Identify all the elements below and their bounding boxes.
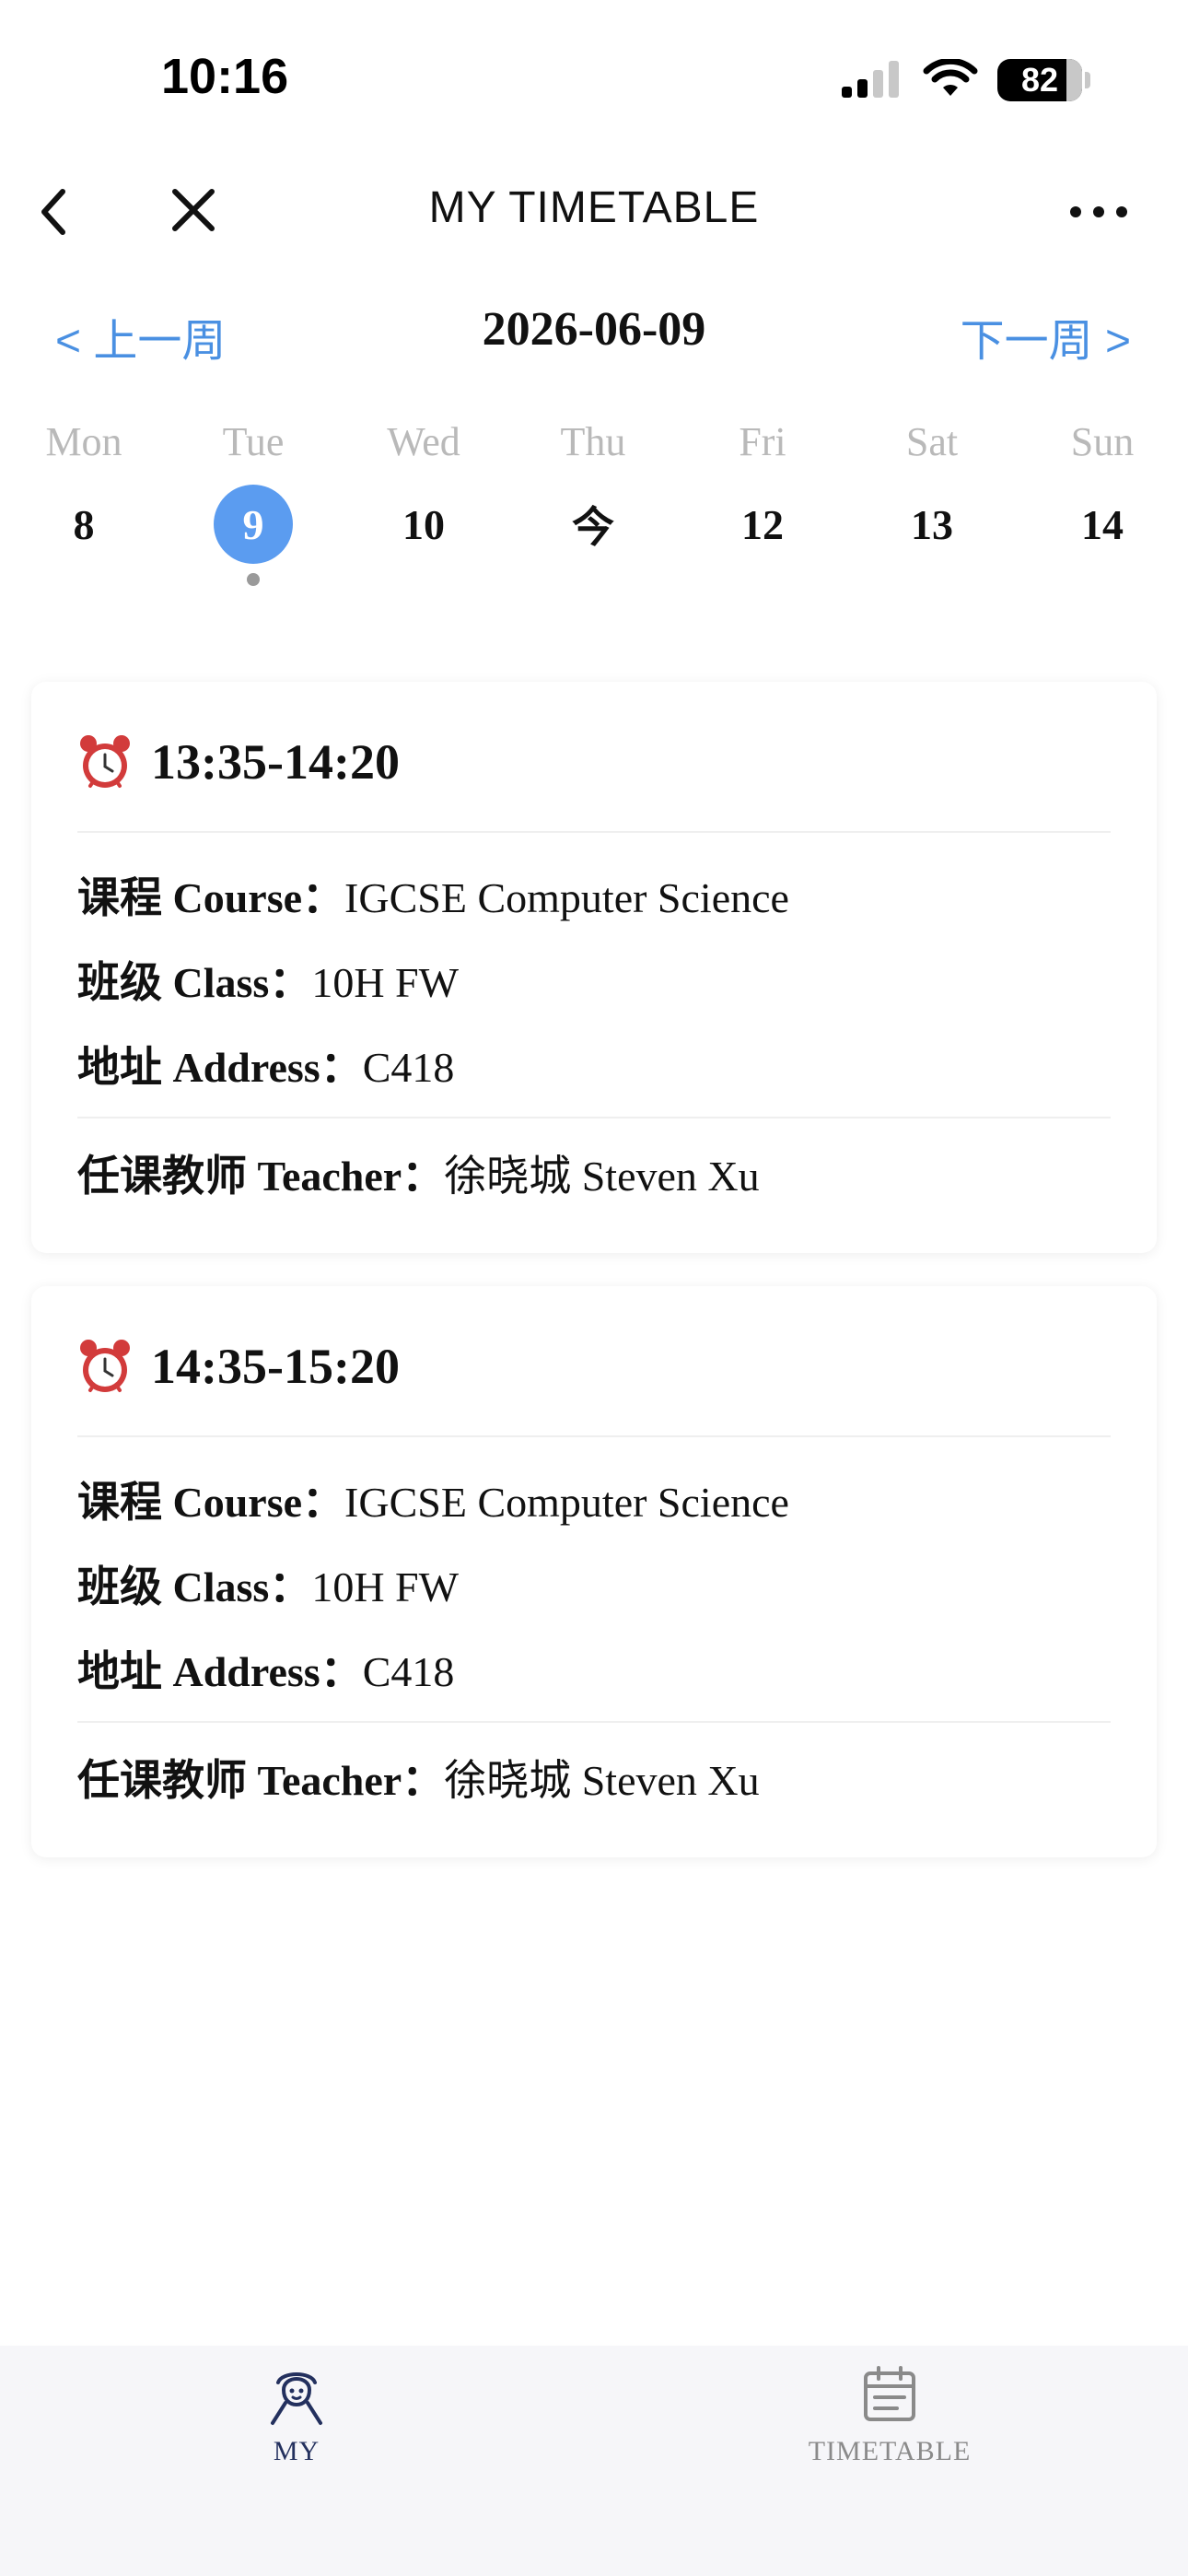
lesson-card[interactable]: 14:35-15:20 课程 Course：IGCSE Computer Sci… (31, 1286, 1157, 1857)
day-number: 8 (73, 500, 95, 548)
day-name: Mon (45, 419, 122, 464)
lesson-card[interactable]: 13:35-14:20 课程 Course：IGCSE Computer Sci… (31, 682, 1157, 1253)
day-name: Wed (387, 419, 460, 464)
day-fri[interactable]: Fri 12 (693, 413, 832, 597)
status-time: 10:16 (161, 49, 289, 104)
day-name: Sun (1070, 419, 1135, 464)
course-label: 课程 Course： (77, 874, 345, 921)
tab-my[interactable]: MY (112, 2346, 481, 2530)
course-row: 课程 Course：IGCSE Computer Science (77, 864, 789, 925)
tab-label: MY (273, 2436, 320, 2466)
week-days: Mon 8 Tue 9 Wed 10 Thu 今 Fri 12 Sat 13 S… (0, 413, 1188, 597)
day-number: 今 (572, 504, 614, 551)
week-navigation: < 上一周 2026-06-09 下一周 > (0, 295, 1188, 378)
teacher-row: 任课教师 Teacher：徐晓城 Steven Xu (77, 1747, 760, 1808)
teacher-label: 任课教师 Teacher： (77, 1153, 445, 1200)
day-number: 10 (402, 500, 445, 548)
alarm-clock-icon (80, 735, 130, 788)
alarm-clock-icon (80, 1340, 130, 1392)
lesson-time-row: 13:35-14:20 (76, 730, 400, 794)
tab-timetable[interactable]: TIMETABLE (705, 2346, 1074, 2530)
teacher-row: 任课教师 Teacher：徐晓城 Steven Xu (77, 1142, 760, 1203)
class-label: 班级 Class： (77, 959, 312, 1006)
course-row: 课程 Course：IGCSE Computer Science (77, 1469, 789, 1529)
divider (77, 1117, 1111, 1118)
teacher-value: 徐晓城 Steven Xu (444, 1757, 760, 1804)
person-icon (271, 2372, 322, 2425)
battery-level: 82 (1020, 61, 1059, 99)
day-tue[interactable]: Tue 9 (184, 413, 322, 597)
teacher-label: 任课教师 Teacher： (77, 1757, 445, 1804)
nav-bar: MY TIMETABLE (0, 157, 1188, 267)
more-icon[interactable] (1066, 193, 1131, 230)
lesson-time: 13:35-14:20 (151, 734, 400, 790)
day-name: Tue (222, 419, 285, 464)
class-value: 10H FW (311, 959, 460, 1006)
divider (77, 1435, 1111, 1437)
calendar-icon (864, 2366, 915, 2421)
has-lessons-dot (247, 573, 260, 586)
battery-icon: 82 (997, 59, 1082, 101)
lesson-time-row: 14:35-15:20 (76, 1334, 400, 1399)
address-row: 地址 Address：C418 (77, 1034, 454, 1095)
day-name: Sat (905, 419, 959, 464)
next-week-button[interactable]: 下一周 > (961, 304, 1131, 369)
day-number: 14 (1081, 500, 1124, 548)
class-value: 10H FW (311, 1563, 460, 1610)
class-row: 班级 Class：10H FW (77, 1553, 459, 1614)
course-value: IGCSE Computer Science (344, 1479, 789, 1526)
battery-tip (1085, 72, 1090, 88)
page-title: MY TIMETABLE (428, 183, 760, 232)
day-name: Thu (560, 419, 626, 464)
day-name: Fri (739, 419, 786, 464)
course-value: IGCSE Computer Science (344, 874, 789, 921)
day-mon[interactable]: Mon 8 (15, 413, 153, 597)
day-number: 12 (741, 500, 784, 548)
address-row: 地址 Address：C418 (77, 1638, 454, 1699)
address-value: C418 (362, 1044, 455, 1091)
teacher-value: 徐晓城 Steven Xu (444, 1153, 760, 1200)
day-wed[interactable]: Wed 10 (355, 413, 493, 597)
tab-label: TIMETABLE (808, 2436, 972, 2466)
day-number: 9 (242, 500, 264, 548)
day-number: 13 (911, 500, 953, 548)
divider (77, 831, 1111, 833)
wifi-icon (923, 59, 978, 96)
status-bar: 10:16 82 (0, 0, 1188, 157)
cellular-signal-icon (842, 61, 899, 98)
address-value: C418 (362, 1648, 455, 1695)
class-label: 班级 Class： (77, 1563, 312, 1610)
day-sun[interactable]: Sun 14 (1033, 413, 1171, 597)
lesson-time: 14:35-15:20 (151, 1339, 400, 1394)
day-sat[interactable]: Sat 13 (863, 413, 1001, 597)
day-thu[interactable]: Thu 今 (524, 413, 662, 597)
address-label: 地址 Address： (77, 1648, 363, 1695)
course-label: 课程 Course： (77, 1479, 345, 1526)
class-row: 班级 Class：10H FW (77, 949, 459, 1010)
divider (77, 1721, 1111, 1723)
tab-bar: MY TIMETABLE (0, 2346, 1188, 2576)
address-label: 地址 Address： (77, 1044, 363, 1091)
